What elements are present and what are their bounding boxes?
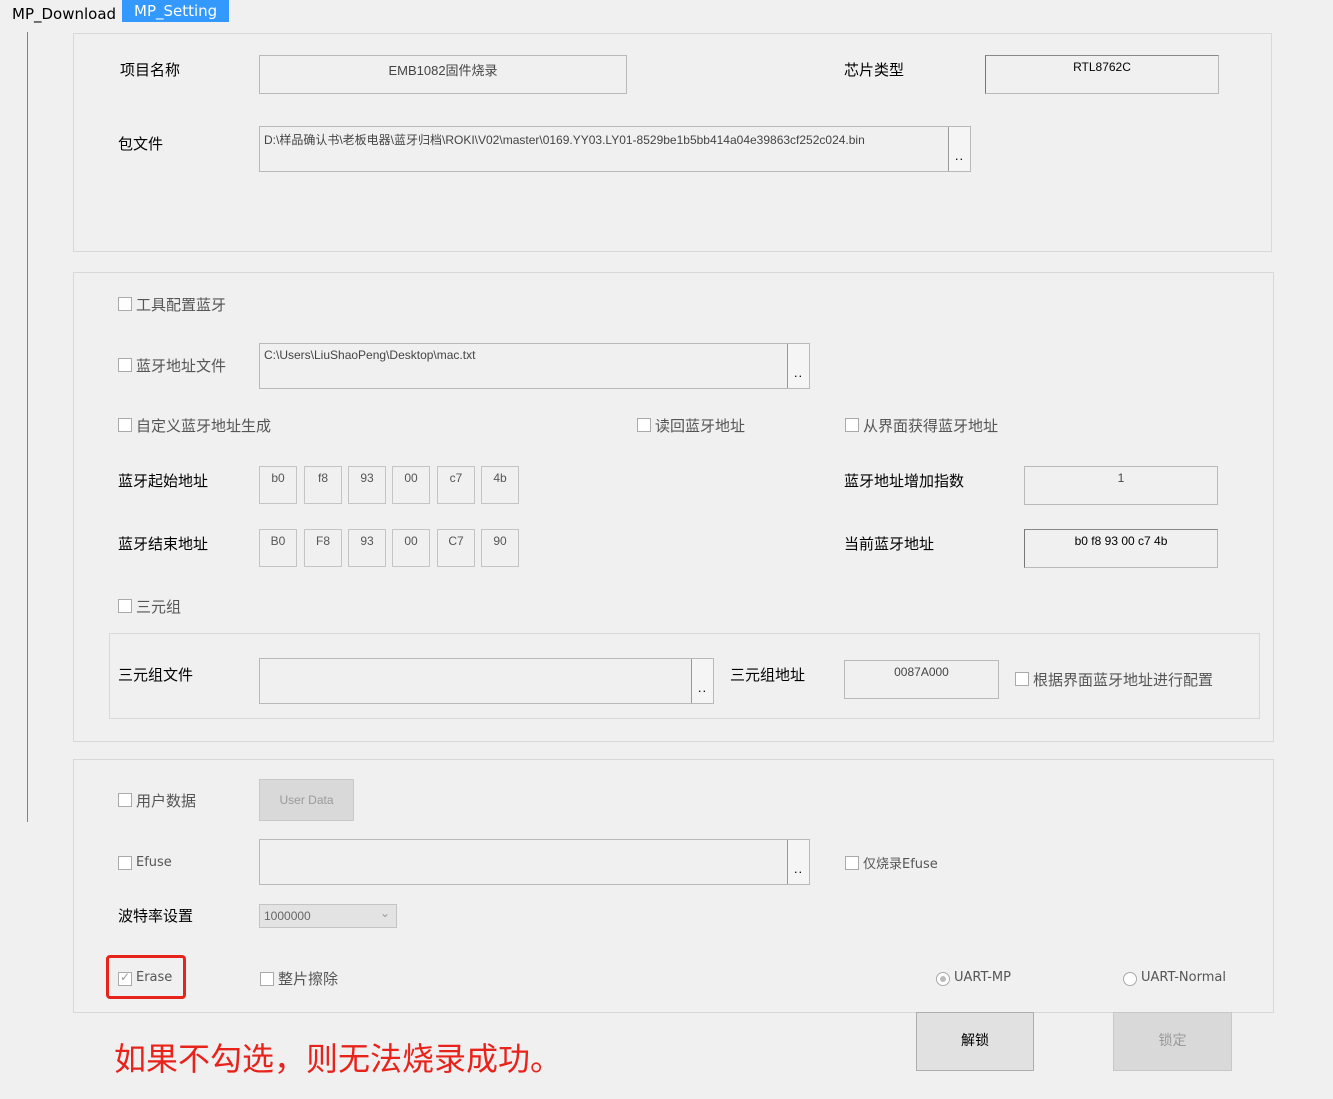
baud-value: 1000000 bbox=[264, 909, 311, 923]
bt-end-byte-5[interactable]: C7 bbox=[437, 529, 475, 567]
efuse-only-checkbox[interactable] bbox=[845, 856, 859, 870]
bt-addr-file-value: C:\Users\LiuShaoPeng\Desktop\mac.txt bbox=[264, 348, 476, 362]
efuse-label: Efuse bbox=[136, 855, 172, 870]
uart-mp-radio[interactable] bbox=[936, 972, 950, 986]
full-erase-checkbox[interactable] bbox=[260, 972, 274, 986]
triple-browse-label: .. bbox=[697, 680, 708, 695]
project-name-value: EMB1082固件烧录 bbox=[388, 63, 498, 78]
bt-addr-file-checkbox[interactable] bbox=[118, 358, 132, 372]
annotation-note: 如果不勾选，则无法烧录成功。 bbox=[114, 1040, 563, 1078]
tool-config-bt-label: 工具配置蓝牙 bbox=[136, 296, 227, 314]
tool-config-bt-checkbox[interactable] bbox=[118, 297, 132, 311]
config-by-ui-checkbox[interactable] bbox=[1015, 672, 1029, 686]
triple-addr-value: 0087A000 bbox=[894, 665, 949, 679]
custom-gen-checkbox[interactable] bbox=[118, 418, 132, 432]
project-name-label: 项目名称 bbox=[120, 61, 181, 79]
chevron-down-icon: ⌄ bbox=[379, 906, 390, 920]
chip-type-value: RTL8762C bbox=[1073, 60, 1131, 74]
full-erase-label: 整片擦除 bbox=[278, 970, 339, 988]
bt-increment-label: 蓝牙地址增加指数 bbox=[844, 472, 965, 490]
bt-start-byte-4[interactable]: 00 bbox=[392, 466, 430, 504]
bt-start-byte-1[interactable]: b0 bbox=[259, 466, 297, 504]
bt-addr-browse-button[interactable]: .. bbox=[787, 344, 809, 388]
lock-button[interactable]: 锁定 bbox=[1113, 1012, 1232, 1071]
triple-addr-field[interactable]: 0087A000 bbox=[844, 660, 999, 699]
config-by-ui-label: 根据界面蓝牙地址进行配置 bbox=[1033, 671, 1214, 689]
triple-addr-label: 三元组地址 bbox=[730, 666, 806, 684]
efuse-browse-label: .. bbox=[793, 861, 804, 876]
bt-current-label: 当前蓝牙地址 bbox=[844, 535, 935, 553]
bt-start-byte-5[interactable]: c7 bbox=[437, 466, 475, 504]
chip-type-field[interactable]: RTL8762C bbox=[985, 55, 1219, 94]
efuse-file-field[interactable]: .. bbox=[259, 839, 810, 885]
bt-end-byte-4[interactable]: 00 bbox=[392, 529, 430, 567]
triple-label: 三元组 bbox=[136, 598, 182, 616]
bt-start-label: 蓝牙起始地址 bbox=[118, 472, 209, 490]
uart-normal-radio[interactable] bbox=[1123, 972, 1137, 986]
bt-start-byte-3[interactable]: 93 bbox=[348, 466, 386, 504]
from-ui-label: 从界面获得蓝牙地址 bbox=[863, 417, 999, 435]
bt-end-byte-3[interactable]: 93 bbox=[348, 529, 386, 567]
package-browse-button[interactable]: .. bbox=[948, 127, 970, 171]
uart-normal-label: UART-Normal bbox=[1141, 970, 1226, 985]
baud-select[interactable]: 1000000 ⌄ bbox=[259, 904, 397, 928]
triple-file-field[interactable]: .. bbox=[259, 658, 714, 704]
triple-browse-button[interactable]: .. bbox=[691, 659, 713, 703]
readback-checkbox[interactable] bbox=[637, 418, 651, 432]
chip-type-label: 芯片类型 bbox=[844, 61, 905, 79]
triple-file-label: 三元组文件 bbox=[118, 666, 194, 684]
efuse-only-label: 仅烧录Efuse bbox=[863, 857, 938, 872]
erase-highlight-box bbox=[106, 955, 186, 999]
bt-end-byte-2[interactable]: F8 bbox=[304, 529, 342, 567]
from-ui-checkbox[interactable] bbox=[845, 418, 859, 432]
package-browse-label: .. bbox=[954, 148, 965, 163]
bt-current-value: b0 f8 93 00 c7 4b bbox=[1074, 534, 1168, 548]
package-file-field[interactable]: D:\样品确认书\老板电器\蓝牙归档\ROKI\V02\master\0169.… bbox=[259, 126, 971, 172]
left-divider bbox=[27, 32, 28, 822]
readback-label: 读回蓝牙地址 bbox=[655, 417, 746, 435]
bt-addr-file-field[interactable]: C:\Users\LiuShaoPeng\Desktop\mac.txt .. bbox=[259, 343, 810, 389]
user-data-label: 用户数据 bbox=[136, 792, 197, 810]
baud-label: 波特率设置 bbox=[118, 907, 194, 925]
bt-end-byte-1[interactable]: B0 bbox=[259, 529, 297, 567]
bt-current-field[interactable]: b0 f8 93 00 c7 4b bbox=[1024, 529, 1218, 568]
unlock-button[interactable]: 解锁 bbox=[916, 1012, 1034, 1071]
bt-increment-field[interactable]: 1 bbox=[1024, 466, 1218, 505]
bt-addr-file-label: 蓝牙地址文件 bbox=[136, 357, 227, 375]
bt-addr-browse-label: .. bbox=[793, 365, 804, 380]
misc-group bbox=[73, 759, 1274, 1013]
efuse-checkbox[interactable] bbox=[118, 856, 132, 870]
triple-checkbox[interactable] bbox=[118, 599, 132, 613]
bt-start-byte-6[interactable]: 4b bbox=[481, 466, 519, 504]
efuse-browse-button[interactable]: .. bbox=[787, 840, 809, 884]
tab-mp-setting[interactable]: MP_Setting bbox=[122, 0, 230, 22]
bt-end-label: 蓝牙结束地址 bbox=[118, 535, 209, 553]
tab-mp-download[interactable]: MP_Download bbox=[0, 0, 128, 23]
project-name-field[interactable]: EMB1082固件烧录 bbox=[259, 55, 627, 94]
user-data-checkbox[interactable] bbox=[118, 793, 132, 807]
bt-end-byte-6[interactable]: 90 bbox=[481, 529, 519, 567]
package-file-value: D:\样品确认书\老板电器\蓝牙归档\ROKI\V02\master\0169.… bbox=[264, 133, 865, 147]
bt-increment-value: 1 bbox=[1117, 471, 1125, 485]
uart-mp-label: UART-MP bbox=[954, 970, 1011, 985]
package-file-label: 包文件 bbox=[118, 135, 164, 153]
custom-gen-label: 自定义蓝牙地址生成 bbox=[136, 417, 272, 435]
bt-start-byte-2[interactable]: f8 bbox=[304, 466, 342, 504]
user-data-button[interactable]: User Data bbox=[259, 779, 354, 821]
